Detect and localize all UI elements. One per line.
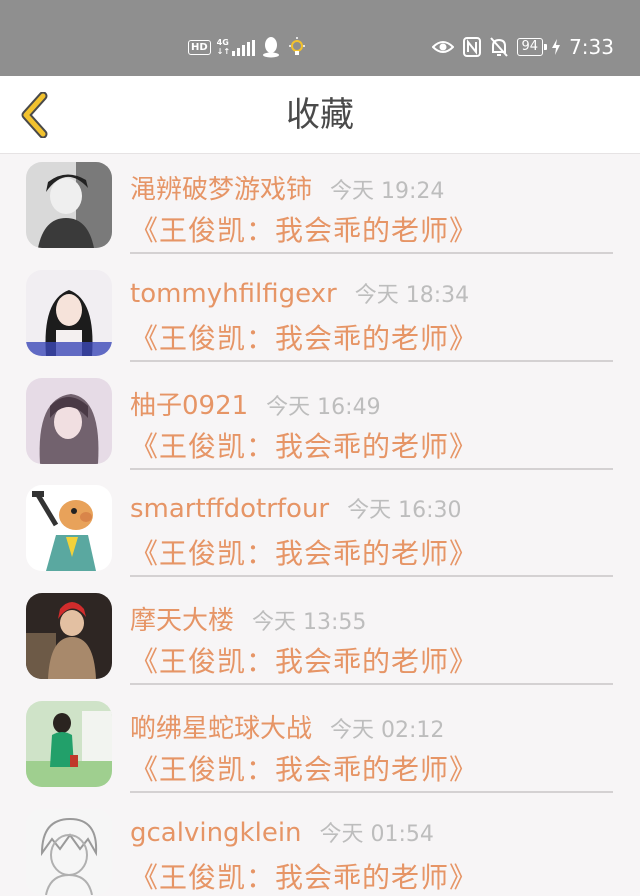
avatar-cartoon-man-image: [26, 485, 112, 572]
status-right-icons: 94 7:33: [431, 32, 614, 62]
timestamp: 今天 19:24: [330, 179, 445, 204]
username[interactable]: 渑辨破梦游戏铈: [130, 169, 312, 206]
divider: [130, 467, 613, 470]
list-item[interactable]: smartffdotrfour 今天 16:30 《王俊凯：我会乖的老师》: [0, 478, 640, 586]
subject-title[interactable]: 《王俊凯：我会乖的老师》: [130, 640, 478, 680]
username[interactable]: gcalvingklein: [130, 818, 302, 848]
status-left-icons: HD 4G ↓↑: [188, 33, 307, 61]
divider: [130, 575, 613, 578]
avatar-bw-boy-image: [26, 162, 112, 248]
divider: [130, 683, 613, 686]
avatar[interactable]: [26, 593, 112, 680]
list-item[interactable]: tommyhfilfigexr 今天 18:34 《王俊凯：我会乖的老师》: [0, 263, 640, 371]
subject-title[interactable]: 《王俊凯：我会乖的老师》: [130, 748, 478, 788]
subject-title[interactable]: 《王俊凯：我会乖的老师》: [130, 317, 478, 357]
bell-muted-icon: [489, 37, 508, 57]
divider: [130, 790, 613, 793]
timestamp: 今天 16:49: [266, 394, 381, 420]
qq-icon: [263, 37, 280, 58]
avatar[interactable]: [26, 808, 112, 895]
lightbulb-icon: [289, 37, 306, 55]
avatar[interactable]: [26, 269, 112, 356]
avatar[interactable]: [26, 162, 112, 248]
page-title: 收藏: [286, 95, 354, 135]
username[interactable]: tommyhfilfigexr: [130, 279, 337, 309]
timestamp: 今天 02:12: [330, 717, 445, 743]
divider: [130, 359, 613, 362]
username[interactable]: 摩天大楼: [130, 600, 234, 637]
avatar-girl-long-hair-image: [26, 269, 112, 356]
timestamp: 今天 16:30: [347, 498, 462, 524]
nfc-icon: [462, 37, 481, 57]
charging-bolt-icon: [552, 39, 561, 55]
list-item[interactable]: 柚子0921 今天 16:49 《王俊凯：我会乖的老师》: [0, 371, 640, 479]
nav-bar: 收藏: [0, 76, 640, 154]
network-type: 4G: [216, 38, 229, 47]
avatar-blurred-girl-image: [26, 377, 112, 464]
avatar[interactable]: [26, 700, 112, 787]
avatar[interactable]: [26, 485, 112, 572]
avatar-sketch-anime-image: [26, 808, 112, 895]
battery-icon: 94: [516, 38, 547, 56]
subject-title[interactable]: 《王俊凯：我会乖的老师》: [130, 425, 478, 465]
hd-badge: HD: [188, 39, 211, 55]
timestamp: 今天 13:55: [252, 610, 367, 636]
username[interactable]: smartffdotrfour: [130, 494, 329, 524]
favorites-list: 渑辨破梦游戏铈 今天 19:24 《王俊凯：我会乖的老师》 tommyhfilf…: [0, 155, 640, 896]
divider: [130, 252, 613, 254]
username[interactable]: 啲绋星蛇球大战: [130, 708, 312, 745]
timestamp: 今天 01:54: [319, 821, 434, 847]
avatar-red-hair-image: [26, 593, 112, 680]
list-item[interactable]: 渑辨破梦游戏铈 今天 19:24 《王俊凯：我会乖的老师》: [0, 155, 640, 263]
subject-title[interactable]: 《王俊凯：我会乖的老师》: [130, 856, 478, 896]
subject-title[interactable]: 《王俊凯：我会乖的老师》: [130, 532, 478, 572]
list-item[interactable]: gcalvingklein 今天 01:54 《王俊凯：我会乖的老师》: [0, 802, 640, 896]
timestamp: 今天 18:34: [354, 282, 470, 308]
signal-icon: 4G ↓↑: [216, 38, 256, 56]
status-time: 7:33: [569, 35, 614, 59]
list-item[interactable]: 摩天大楼 今天 13:55 《王俊凯：我会乖的老师》: [0, 586, 640, 694]
avatar[interactable]: [26, 377, 112, 464]
eye-icon: [431, 41, 454, 53]
list-item[interactable]: 啲绋星蛇球大战 今天 02:12 《王俊凯：我会乖的老师》: [0, 694, 640, 802]
username[interactable]: 柚子0921: [130, 385, 248, 422]
subject-title[interactable]: 《王俊凯：我会乖的老师》: [130, 209, 478, 249]
avatar-green-shirt-image: [26, 700, 112, 787]
status-bar: HD 4G ↓↑ 94 7:33: [0, 0, 640, 76]
